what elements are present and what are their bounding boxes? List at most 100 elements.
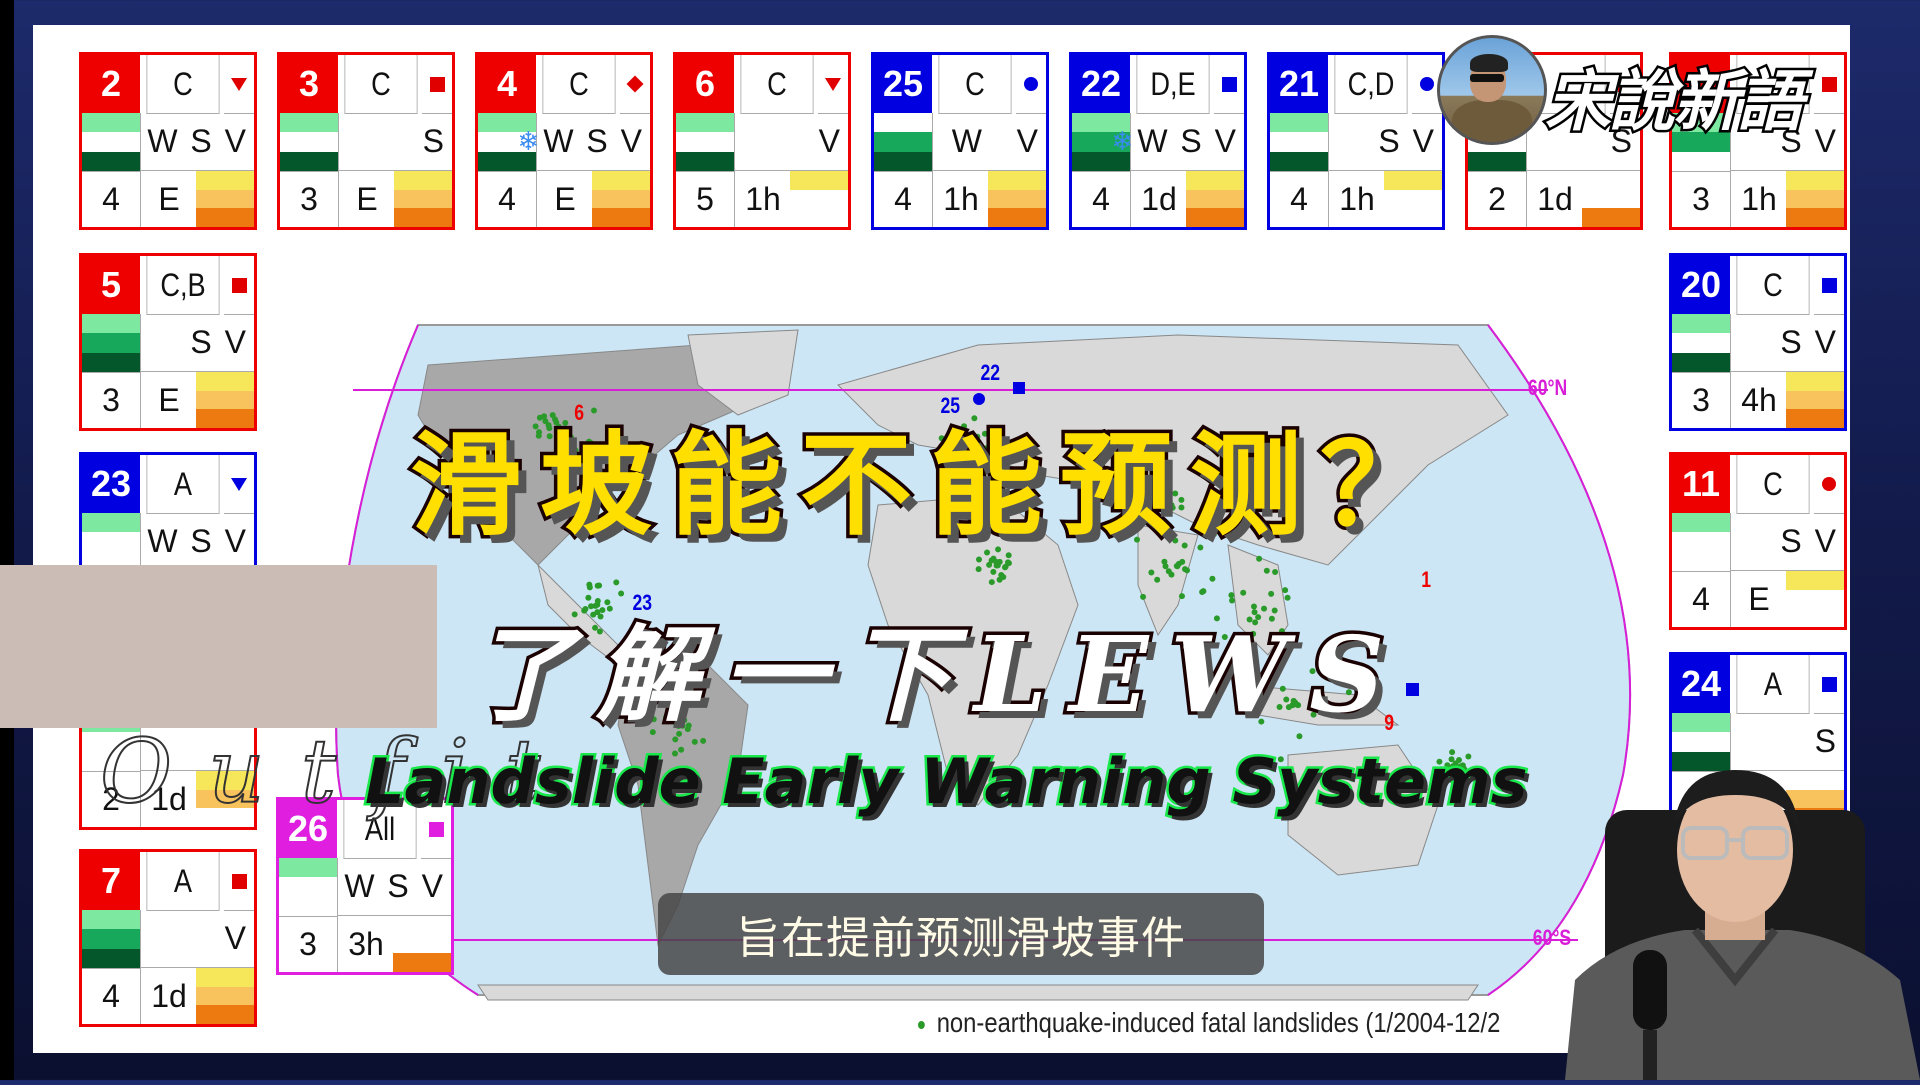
lews-card-11: 11 C S V 4E bbox=[1669, 452, 1847, 630]
green-dot-icon bbox=[918, 1020, 925, 1029]
threshold-light_orange bbox=[196, 986, 254, 1006]
card-symbol bbox=[620, 55, 650, 114]
bar-dark bbox=[82, 948, 140, 968]
variables-text: V bbox=[818, 123, 842, 159]
variables-text: W S V bbox=[147, 523, 248, 559]
card-number: 5 bbox=[82, 256, 140, 314]
threshold-white bbox=[1582, 171, 1640, 190]
card-thresholds bbox=[1786, 571, 1844, 627]
square-icon bbox=[1821, 277, 1837, 293]
video-left-border bbox=[0, 0, 14, 1080]
bar-white bbox=[676, 132, 734, 152]
bar-light bbox=[1672, 713, 1730, 733]
threshold-orange bbox=[1582, 208, 1640, 227]
card-bars bbox=[1672, 513, 1730, 572]
card-class: C bbox=[542, 55, 616, 114]
landslide-dot bbox=[988, 557, 995, 564]
bar-mid bbox=[82, 333, 140, 353]
card-bars bbox=[874, 113, 932, 172]
threshold-orange bbox=[1186, 208, 1244, 227]
marker-22-square-icon bbox=[1013, 382, 1025, 394]
threshold-orange bbox=[393, 953, 451, 972]
bar-dark bbox=[1270, 151, 1328, 171]
card-lead-time: E bbox=[140, 372, 198, 428]
bar-light bbox=[1672, 314, 1730, 334]
card-thresholds bbox=[1186, 171, 1244, 227]
marker-22-label: 22 bbox=[980, 360, 1001, 385]
card-number: 11 bbox=[1672, 455, 1730, 513]
triangle-icon bbox=[231, 477, 247, 491]
bar-light bbox=[279, 858, 337, 878]
threshold-light_orange bbox=[1186, 189, 1244, 209]
card-variables: V bbox=[734, 113, 848, 171]
card-variables: S bbox=[338, 113, 452, 171]
square-icon bbox=[428, 821, 444, 837]
card-thresholds bbox=[196, 968, 254, 1024]
card-lead-time: 1h bbox=[1730, 171, 1788, 227]
video-title-english: Landslide Early Warning Systems bbox=[363, 743, 1531, 821]
lews-card-7: 7 A V 4 1d bbox=[79, 849, 257, 1027]
lews-card-4: 4 C ❄ W S V4E bbox=[475, 52, 653, 230]
channel-brand-logo: 宋說新語 bbox=[1543, 61, 1806, 143]
threshold-yellow bbox=[196, 171, 254, 190]
card-variables: W S V bbox=[337, 858, 451, 916]
card-thresholds bbox=[196, 171, 254, 227]
threshold-white bbox=[1384, 189, 1442, 209]
landslide-dot bbox=[1161, 558, 1168, 565]
card-thresholds bbox=[1786, 171, 1844, 227]
landmass-antarctica bbox=[477, 984, 1479, 1001]
bar-dark bbox=[1468, 151, 1526, 171]
avatar-body bbox=[1452, 100, 1532, 142]
threshold-light_orange bbox=[394, 189, 452, 209]
landslide-dot bbox=[594, 582, 601, 589]
card-thresholds bbox=[196, 372, 254, 428]
threshold-white bbox=[1384, 208, 1442, 227]
bar-dark bbox=[82, 352, 140, 372]
snowflake-icon: ❄ bbox=[517, 126, 542, 156]
bar-mid bbox=[82, 929, 140, 949]
card-thresholds bbox=[790, 171, 848, 227]
bar-white bbox=[874, 113, 932, 133]
card-variables: S V bbox=[1328, 113, 1442, 171]
variables-text: S V bbox=[190, 324, 248, 360]
card-lead-time: E bbox=[1730, 571, 1788, 627]
landslide-dot bbox=[1148, 569, 1155, 576]
video-title-sub: 了解一下LEWS bbox=[467, 610, 1407, 740]
triangle-icon bbox=[825, 77, 841, 91]
landslide-dot bbox=[988, 579, 995, 586]
card-level: 4 bbox=[1290, 180, 1308, 217]
presenter-shirt bbox=[1565, 930, 1920, 1080]
card-symbol bbox=[224, 256, 254, 315]
bar-white bbox=[82, 532, 140, 552]
card-thresholds bbox=[393, 916, 451, 972]
threshold-light_orange bbox=[988, 189, 1046, 209]
channel-avatar bbox=[1437, 35, 1547, 145]
threshold-orange bbox=[988, 208, 1046, 227]
card-number: 2 bbox=[82, 55, 140, 113]
card-symbol bbox=[224, 455, 254, 514]
bar-light bbox=[280, 113, 338, 133]
bar-light bbox=[82, 513, 140, 533]
threshold-yellow bbox=[196, 968, 254, 987]
lews-card-26: 26 All W S V 3 3h bbox=[276, 797, 454, 975]
circle-icon bbox=[1420, 77, 1434, 91]
lews-card-3: 3CS3E bbox=[277, 52, 455, 230]
variables-text: W S V bbox=[344, 868, 445, 904]
sunglasses-icon bbox=[1470, 74, 1504, 82]
bar-white bbox=[1672, 333, 1730, 353]
bar-mid bbox=[874, 132, 932, 152]
bar-white bbox=[1672, 551, 1730, 571]
card-level: 4 bbox=[1692, 580, 1710, 617]
landslide-dot bbox=[990, 568, 997, 575]
threshold-orange bbox=[1786, 409, 1844, 428]
variables-text: S V bbox=[1780, 324, 1838, 360]
bar-dark bbox=[874, 151, 932, 171]
card-level: 3 bbox=[1692, 180, 1710, 217]
lews-card-20: 20 C S V 3 4h bbox=[1669, 253, 1847, 431]
card-bars bbox=[279, 858, 337, 917]
card-variables: S V bbox=[140, 314, 254, 372]
microphone bbox=[1633, 950, 1667, 1030]
bar-dark bbox=[1672, 352, 1730, 372]
threshold-white bbox=[393, 934, 451, 954]
variables-text: W S V bbox=[543, 123, 644, 159]
